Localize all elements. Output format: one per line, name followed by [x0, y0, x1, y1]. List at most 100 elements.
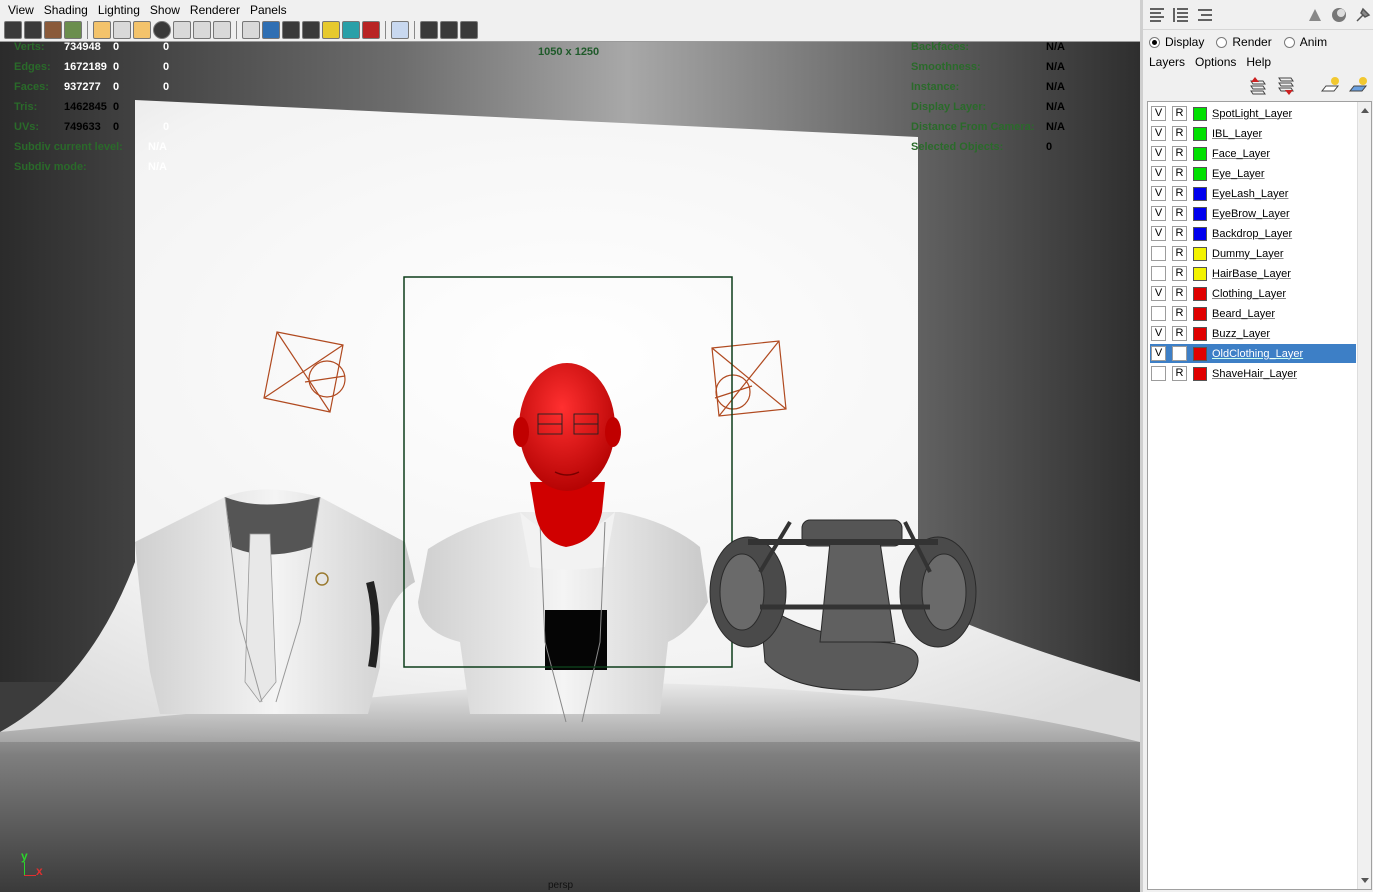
reference-toggle[interactable]: R [1172, 326, 1187, 341]
reference-toggle[interactable]: R [1172, 206, 1187, 221]
layer-color-swatch[interactable] [1193, 206, 1207, 221]
grid-icon[interactable] [93, 21, 111, 39]
isolate-select-icon[interactable] [391, 21, 409, 39]
layer-color-swatch[interactable] [1193, 146, 1207, 161]
menu-layers[interactable]: Layers [1149, 55, 1185, 69]
visibility-toggle[interactable] [1151, 266, 1166, 281]
layer-color-swatch[interactable] [1193, 126, 1207, 141]
layer-color-swatch[interactable] [1193, 166, 1207, 181]
xray-joints-icon[interactable] [420, 21, 438, 39]
field-chart-icon[interactable] [173, 21, 191, 39]
layer-row[interactable]: V R Face_Layer [1150, 144, 1356, 163]
layer-row[interactable]: V R Eye_Layer [1150, 164, 1356, 183]
layer-color-swatch[interactable] [1193, 246, 1207, 261]
layer-list-scrollbar[interactable] [1357, 102, 1371, 889]
scroll-up-icon[interactable] [1361, 108, 1369, 113]
layer-color-swatch[interactable] [1193, 366, 1207, 381]
layer-row[interactable]: R Dummy_Layer [1150, 244, 1356, 263]
visibility-toggle[interactable]: V [1151, 286, 1166, 301]
menu-view[interactable]: View [3, 3, 39, 17]
layer-name[interactable]: Buzz_Layer [1212, 328, 1270, 340]
visibility-toggle[interactable]: V [1151, 346, 1166, 361]
textured-icon[interactable] [302, 21, 320, 39]
image-plane-icon[interactable] [64, 21, 82, 39]
layer-name[interactable]: Dummy_Layer [1212, 248, 1284, 260]
xray-icon[interactable] [362, 21, 380, 39]
layer-row[interactable]: R Beard_Layer [1150, 304, 1356, 323]
reference-toggle[interactable]: R [1172, 146, 1187, 161]
snapshot-icon[interactable] [460, 21, 478, 39]
layer-color-swatch[interactable] [1193, 266, 1207, 281]
reference-toggle[interactable]: R [1172, 106, 1187, 121]
layer-name[interactable]: OldClothing_Layer [1212, 348, 1303, 360]
layer-name[interactable]: Beard_Layer [1212, 308, 1275, 320]
visibility-toggle[interactable]: V [1151, 326, 1166, 341]
reference-toggle[interactable]: R [1172, 366, 1187, 381]
layer-row[interactable]: V R IBL_Layer [1150, 124, 1356, 143]
layer-color-swatch[interactable] [1193, 346, 1207, 361]
safe-action-icon[interactable] [193, 21, 211, 39]
layer-row[interactable]: V R Backdrop_Layer [1150, 224, 1356, 243]
new-layer-from-selection-icon[interactable] [1347, 75, 1369, 97]
scene-canvas[interactable] [0, 42, 1140, 892]
visibility-toggle[interactable]: V [1151, 106, 1166, 121]
attribute-editor-icon[interactable] [1195, 5, 1215, 25]
select-camera-icon[interactable] [4, 21, 22, 39]
menu-help[interactable]: Help [1246, 55, 1271, 69]
scroll-down-icon[interactable] [1361, 878, 1369, 883]
gate-mask-icon[interactable] [153, 21, 171, 39]
layer-row[interactable]: R HairBase_Layer [1150, 264, 1356, 283]
menu-show[interactable]: Show [145, 3, 185, 17]
layer-name[interactable]: EyeLash_Layer [1212, 188, 1288, 200]
layer-name[interactable]: ShaveHair_Layer [1212, 368, 1297, 380]
layer-color-swatch[interactable] [1193, 186, 1207, 201]
wireframe-on-shaded-icon[interactable] [282, 21, 300, 39]
reference-toggle[interactable]: R [1172, 226, 1187, 241]
visibility-toggle[interactable]: V [1151, 146, 1166, 161]
layer-name[interactable]: Face_Layer [1212, 148, 1270, 160]
reference-toggle[interactable]: R [1172, 306, 1187, 321]
visibility-toggle[interactable]: V [1151, 166, 1166, 181]
film-gate-icon[interactable] [113, 21, 131, 39]
reference-toggle[interactable]: R [1172, 186, 1187, 201]
layer-name[interactable]: HairBase_Layer [1212, 268, 1291, 280]
layer-color-swatch[interactable] [1193, 306, 1207, 321]
layer-color-swatch[interactable] [1193, 106, 1207, 121]
safe-title-icon[interactable] [213, 21, 231, 39]
menu-options[interactable]: Options [1195, 55, 1236, 69]
modeling-toolkit-icon[interactable] [1329, 5, 1349, 25]
bookmark-icon[interactable] [44, 21, 62, 39]
tool-settings-icon[interactable] [1305, 5, 1325, 25]
move-layer-up-icon[interactable] [1247, 75, 1269, 97]
render-mode-radio[interactable]: Render [1216, 35, 1272, 49]
menu-renderer[interactable]: Renderer [185, 3, 245, 17]
layer-name[interactable]: Clothing_Layer [1212, 288, 1286, 300]
shadows-icon[interactable] [342, 21, 360, 39]
layer-color-swatch[interactable] [1193, 326, 1207, 341]
layer-row[interactable]: V R Clothing_Layer [1150, 284, 1356, 303]
layer-row[interactable]: R ShaveHair_Layer [1150, 364, 1356, 383]
layer-name[interactable]: IBL_Layer [1212, 128, 1262, 140]
visibility-toggle[interactable]: V [1151, 126, 1166, 141]
layer-editor-icon[interactable] [1171, 5, 1191, 25]
layer-row[interactable]: V R Buzz_Layer [1150, 324, 1356, 343]
layer-name[interactable]: EyeBrow_Layer [1212, 208, 1290, 220]
resolution-gate-icon[interactable] [133, 21, 151, 39]
reference-toggle[interactable]: R [1172, 126, 1187, 141]
visibility-toggle[interactable] [1151, 366, 1166, 381]
smooth-shade-icon[interactable] [262, 21, 280, 39]
visibility-toggle[interactable] [1151, 246, 1166, 261]
visibility-toggle[interactable] [1151, 306, 1166, 321]
visibility-toggle[interactable]: V [1151, 206, 1166, 221]
reference-toggle[interactable]: R [1172, 266, 1187, 281]
use-all-lights-icon[interactable] [322, 21, 340, 39]
backface-icon[interactable] [440, 21, 458, 39]
display-mode-radio[interactable]: Display [1149, 35, 1204, 49]
layer-name[interactable]: Eye_Layer [1212, 168, 1265, 180]
move-layer-down-icon[interactable] [1275, 75, 1297, 97]
menu-panels[interactable]: Panels [245, 3, 292, 17]
layer-color-swatch[interactable] [1193, 286, 1207, 301]
layer-color-swatch[interactable] [1193, 226, 1207, 241]
reference-toggle[interactable]: R [1172, 286, 1187, 301]
channel-box-icon[interactable] [1147, 5, 1167, 25]
